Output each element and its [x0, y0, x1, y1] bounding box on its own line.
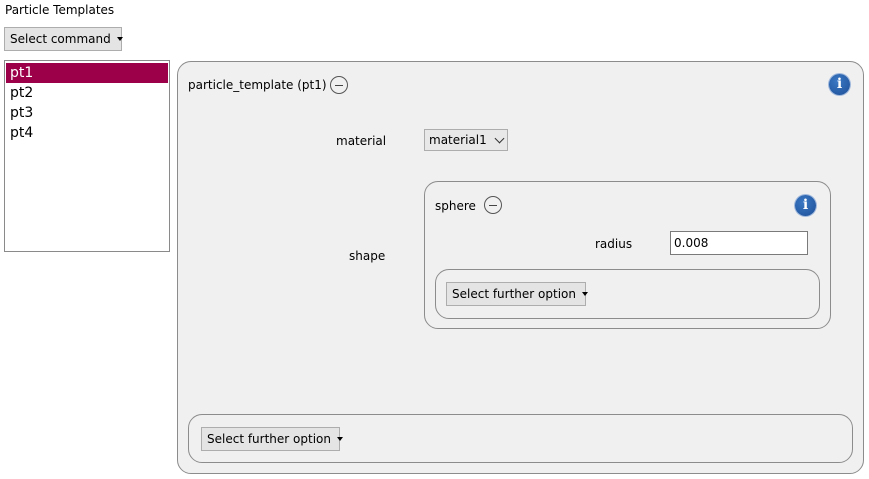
- material-label: material: [336, 134, 387, 148]
- page-title: Particle Templates: [5, 3, 115, 17]
- radius-label: radius: [595, 237, 633, 251]
- sphere-options-panel: Select further option: [435, 269, 820, 319]
- caret-down-icon: [336, 437, 343, 441]
- particle-template-panel: particle_template (pt1) i material mater…: [177, 61, 864, 474]
- material-value: material1: [429, 133, 487, 147]
- template-options-panel: Select further option: [188, 414, 853, 463]
- template-further-option-label: Select further option: [207, 432, 331, 446]
- list-item[interactable]: pt1: [6, 63, 168, 83]
- shape-label: shape: [349, 249, 386, 263]
- template-further-option-button[interactable]: Select further option: [201, 427, 343, 451]
- sphere-header: sphere: [435, 199, 476, 213]
- particle-template-header: particle_template (pt1): [188, 78, 327, 92]
- list-item[interactable]: pt4: [6, 123, 168, 143]
- caret-down-icon: [116, 37, 123, 41]
- list-item[interactable]: pt2: [6, 83, 168, 103]
- templates-listbox[interactable]: pt1 pt2 pt3 pt4: [4, 60, 170, 252]
- sphere-further-option-button[interactable]: Select further option: [446, 282, 588, 306]
- chevron-down-icon: [494, 133, 505, 143]
- sphere-panel: sphere i radius Select further option: [424, 181, 831, 329]
- caret-down-icon: [581, 292, 588, 296]
- minus-circle-icon[interactable]: [484, 196, 502, 214]
- minus-circle-icon[interactable]: [330, 76, 348, 94]
- info-icon[interactable]: i: [829, 74, 850, 95]
- radius-input[interactable]: [670, 231, 808, 255]
- info-icon[interactable]: i: [795, 195, 816, 216]
- material-select[interactable]: material1: [424, 129, 508, 151]
- sphere-further-option-label: Select further option: [452, 287, 576, 301]
- select-command-button[interactable]: Select command: [4, 27, 123, 51]
- select-command-label: Select command: [10, 32, 111, 46]
- list-item[interactable]: pt3: [6, 103, 168, 123]
